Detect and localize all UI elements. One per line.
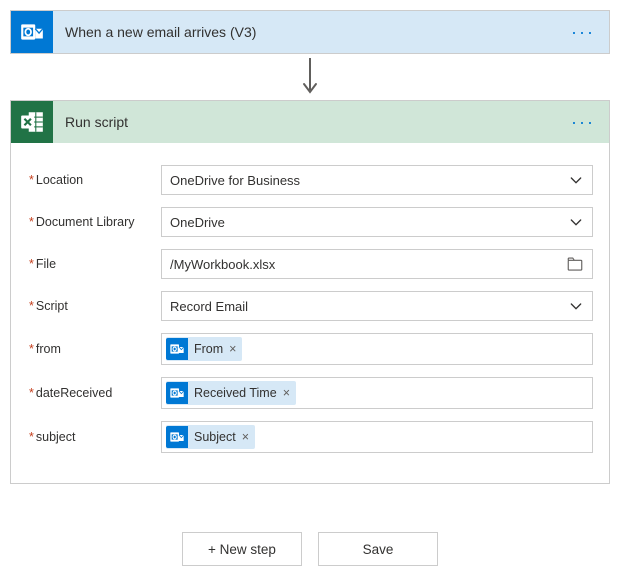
- action-title: Run script: [53, 114, 557, 130]
- label-script: *Script: [27, 299, 161, 313]
- row-from: *from From ×: [27, 333, 593, 365]
- folder-icon[interactable]: [566, 255, 584, 273]
- action-header[interactable]: Run script ···: [11, 101, 609, 143]
- trigger-title: When a new email arrives (V3): [53, 24, 557, 40]
- token-label: Subject: [194, 430, 236, 444]
- select-script[interactable]: Record Email: [161, 291, 593, 321]
- outlook-icon: [166, 338, 188, 360]
- outlook-icon: [11, 11, 53, 53]
- chevron-down-icon: [568, 172, 584, 188]
- label-document-library: *Document Library: [27, 215, 161, 229]
- excel-icon: [11, 101, 53, 143]
- trigger-header[interactable]: When a new email arrives (V3) ···: [11, 11, 609, 53]
- action-more-icon[interactable]: ···: [557, 113, 609, 131]
- label-subject: *subject: [27, 430, 161, 444]
- trigger-more-icon[interactable]: ···: [557, 23, 609, 41]
- label-from: *from: [27, 342, 161, 356]
- label-date-received: *dateReceived: [27, 386, 161, 400]
- row-location: *Location OneDrive for Business: [27, 165, 593, 195]
- token-label: Received Time: [194, 386, 277, 400]
- row-file: *File /MyWorkbook.xlsx: [27, 249, 593, 279]
- token-from[interactable]: From ×: [166, 337, 242, 361]
- footer-buttons: + New step Save: [10, 532, 610, 566]
- select-location[interactable]: OneDrive for Business: [161, 165, 593, 195]
- chevron-down-icon: [568, 214, 584, 230]
- token-remove-icon[interactable]: ×: [283, 386, 290, 400]
- action-body: *Location OneDrive for Business *Documen…: [11, 143, 609, 483]
- action-card: Run script ··· *Location OneDrive for Bu…: [10, 100, 610, 484]
- select-document-library[interactable]: OneDrive: [161, 207, 593, 237]
- row-script: *Script Record Email: [27, 291, 593, 321]
- input-subject[interactable]: Subject ×: [161, 421, 593, 453]
- label-file: *File: [27, 257, 161, 271]
- outlook-icon: [166, 382, 188, 404]
- input-from[interactable]: From ×: [161, 333, 593, 365]
- token-remove-icon[interactable]: ×: [229, 342, 236, 356]
- input-date-received[interactable]: Received Time ×: [161, 377, 593, 409]
- trigger-card: When a new email arrives (V3) ···: [10, 10, 610, 54]
- token-subject[interactable]: Subject ×: [166, 425, 255, 449]
- row-subject: *subject Subject ×: [27, 421, 593, 453]
- row-date-received: *dateReceived Received Time ×: [27, 377, 593, 409]
- token-remove-icon[interactable]: ×: [242, 430, 249, 444]
- save-button[interactable]: Save: [318, 532, 438, 566]
- chevron-down-icon: [568, 298, 584, 314]
- flow-arrow-icon: [10, 54, 610, 100]
- input-file[interactable]: /MyWorkbook.xlsx: [161, 249, 593, 279]
- token-label: From: [194, 342, 223, 356]
- outlook-icon: [166, 426, 188, 448]
- new-step-button[interactable]: + New step: [182, 532, 302, 566]
- row-document-library: *Document Library OneDrive: [27, 207, 593, 237]
- token-received-time[interactable]: Received Time ×: [166, 381, 296, 405]
- label-location: *Location: [27, 173, 161, 187]
